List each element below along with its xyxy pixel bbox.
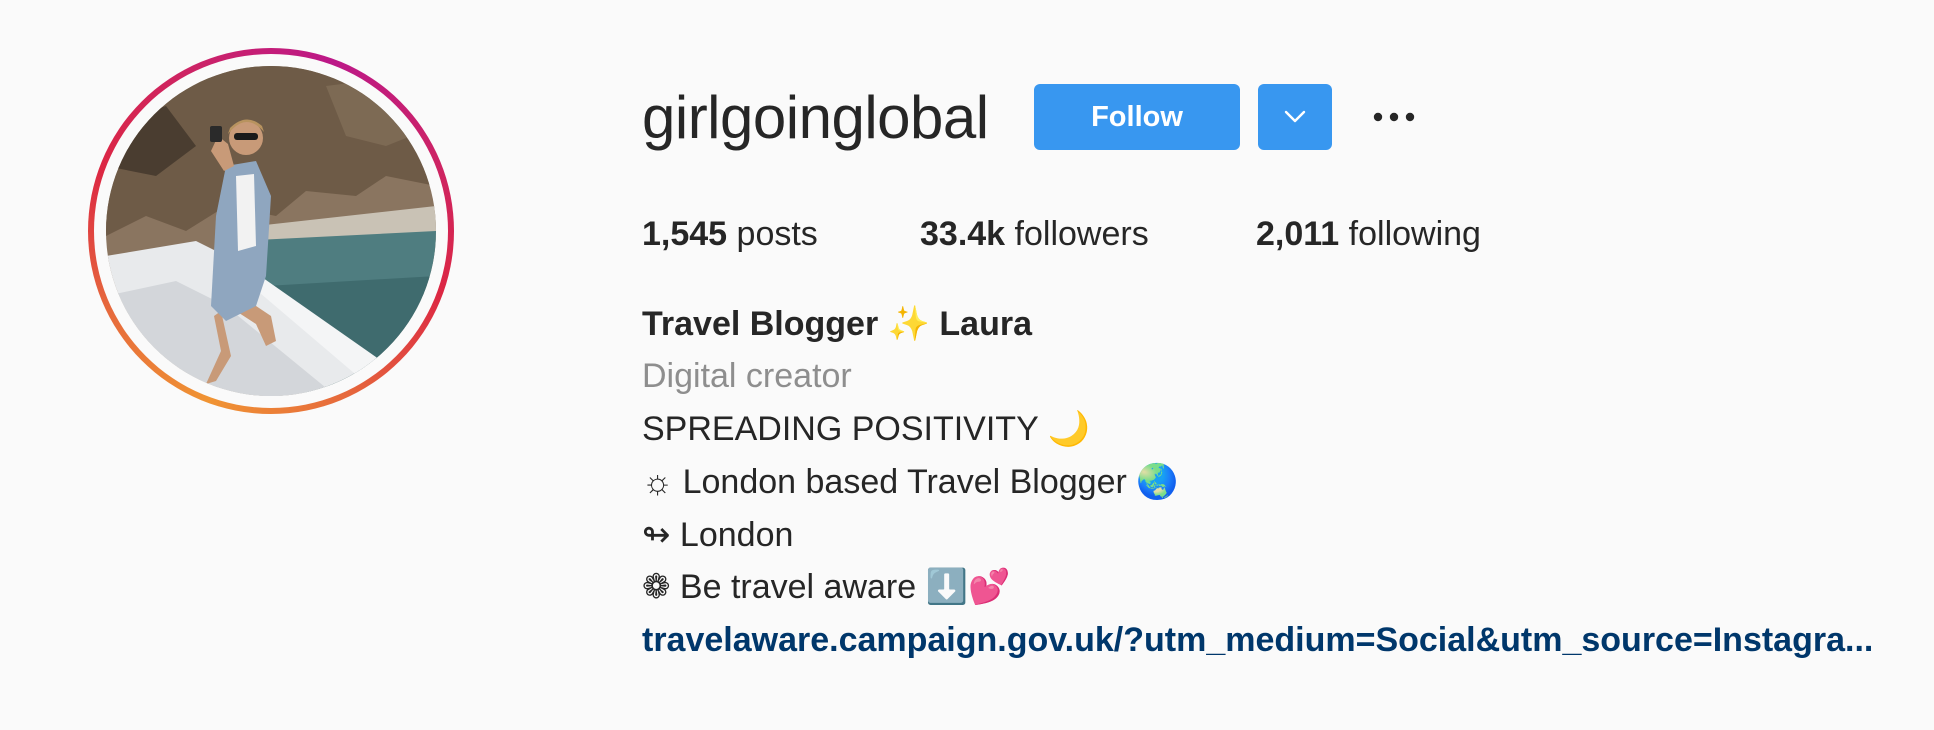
following-link[interactable]: 2,011 following: [1256, 212, 1481, 256]
story-ring[interactable]: [88, 48, 454, 414]
bio-line: ☼ London based Travel Blogger 🌏: [642, 463, 1179, 501]
category-label: Digital creator: [642, 357, 852, 395]
ellipsis-icon: [1373, 112, 1415, 122]
followers-link[interactable]: 33.4k followers: [920, 212, 1149, 256]
more-options-button[interactable]: [1368, 100, 1420, 134]
username: girlgoinglobal: [642, 84, 989, 151]
following-number: 2,011: [1256, 215, 1340, 253]
bio-line: ❁ Be travel aware ⬇️💕: [642, 568, 1011, 606]
posts-number: 1,545: [642, 215, 728, 253]
posts-label: posts: [727, 215, 818, 253]
bio-line: SPREADING POSITIVITY 🌙: [642, 410, 1090, 448]
bio-website-link[interactable]: travelaware.campaign.gov.uk/?utm_medium=…: [642, 618, 1873, 662]
chevron-down-icon: [1284, 110, 1306, 123]
avatar[interactable]: [106, 66, 436, 396]
avatar-photo-image: [106, 66, 436, 396]
followers-number: 33.4k: [920, 215, 1006, 253]
profile-header: girlgoinglobal Follow 1,545 posts 33.4k …: [0, 0, 1934, 730]
follow-button[interactable]: Follow: [1034, 84, 1240, 150]
bio-line: ↬ London: [642, 516, 794, 554]
full-name: Travel Blogger ✨ Laura: [642, 305, 1033, 343]
posts-count: 1,545 posts: [642, 212, 818, 256]
suggested-accounts-button[interactable]: [1258, 84, 1332, 150]
followers-label: followers: [1005, 215, 1149, 253]
following-label: following: [1339, 215, 1481, 253]
